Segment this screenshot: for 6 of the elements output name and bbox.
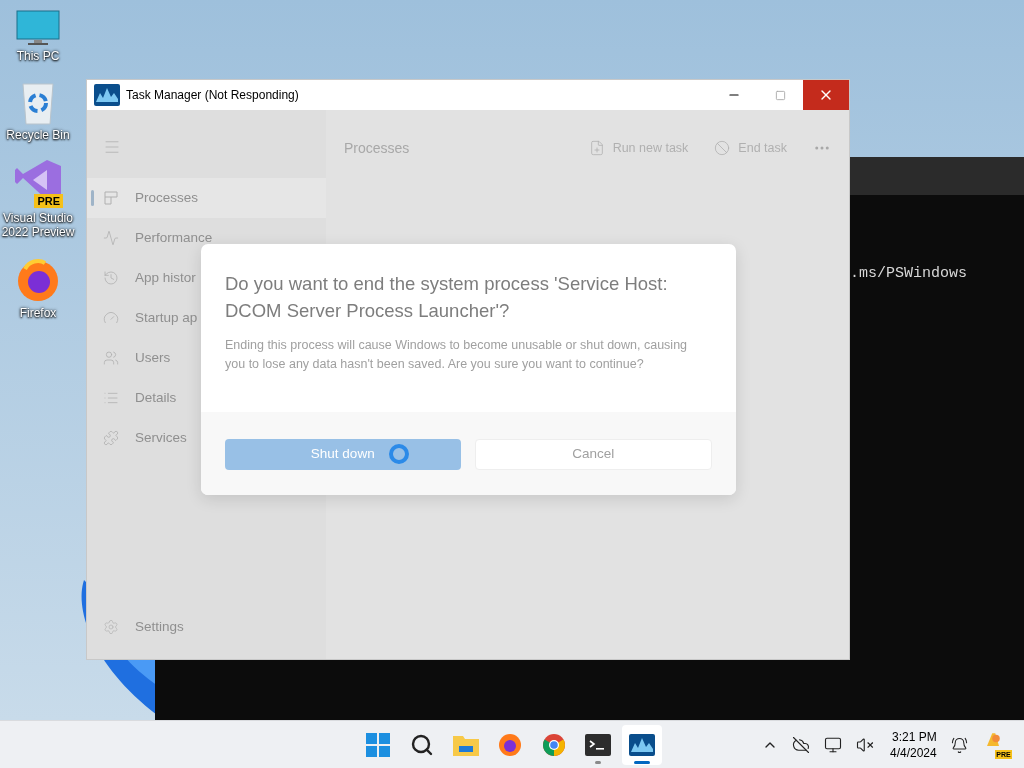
terminal-text: .ms/PSWindows — [850, 265, 968, 282]
pre-badge: PRE — [34, 194, 63, 208]
window-title: Task Manager (Not Responding) — [126, 87, 299, 104]
dialog-message: Ending this process will cause Windows to become unusable or shut down, causing you to lose any data hasn't been saved. Are you sure you want to continue? — [225, 337, 689, 373]
page-title: Processes — [344, 138, 411, 158]
dialog-title: Do you want to end the system process 'Service Host: DCOM Server Process Launcher'? — [225, 272, 669, 323]
